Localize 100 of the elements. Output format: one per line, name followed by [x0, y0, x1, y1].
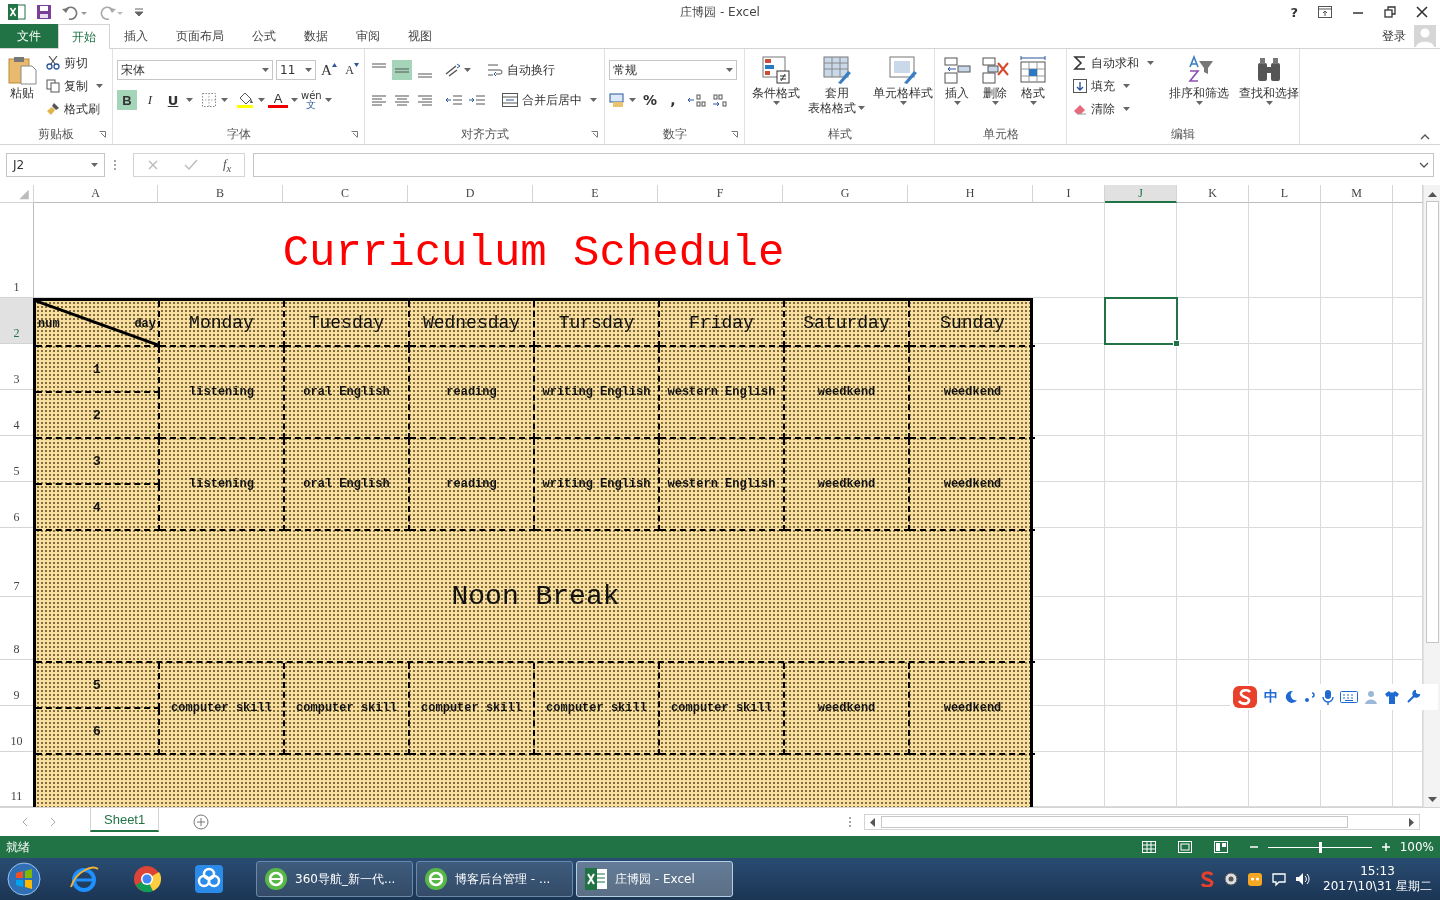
wrap-text-button[interactable]: 自动换行	[485, 60, 557, 80]
action-center-icon[interactable]	[1271, 871, 1287, 887]
file-tab[interactable]: 文件	[0, 24, 58, 48]
dialog-launcher-icon[interactable]	[731, 131, 738, 138]
format-painter-button[interactable]: 格式刷	[44, 99, 105, 119]
zoom-out-icon[interactable]	[1249, 843, 1258, 851]
find-select-button[interactable]: 查找和选择	[1236, 53, 1302, 107]
moon-icon[interactable]	[1284, 690, 1298, 704]
volume-icon[interactable]	[1295, 871, 1311, 887]
italic-button[interactable]: I	[140, 90, 160, 110]
column-header[interactable]: F	[658, 185, 783, 203]
shirt-icon[interactable]	[1384, 690, 1400, 704]
scroll-up-icon[interactable]	[1427, 191, 1437, 197]
punctuation-icon[interactable]	[1304, 690, 1316, 704]
fill-color-icon[interactable]	[237, 92, 265, 108]
dialog-launcher-icon[interactable]	[351, 131, 358, 138]
zoom-level[interactable]: 100%	[1399, 840, 1434, 854]
column-header[interactable]: J	[1105, 185, 1177, 203]
collapse-ribbon-icon[interactable]	[1420, 134, 1430, 140]
wrench-icon[interactable]	[1406, 690, 1420, 704]
sheet-tab[interactable]: Sheet1	[90, 808, 160, 832]
close-icon[interactable]	[1416, 6, 1428, 18]
sign-in-link[interactable]: 登录	[1382, 27, 1406, 45]
save-icon[interactable]	[36, 4, 52, 20]
ribbon-tab[interactable]: 插入	[110, 24, 162, 48]
taskbar-button[interactable]: 庄博园 - Excel	[576, 861, 733, 897]
font-name-select[interactable]: 宋体	[117, 60, 273, 80]
merge-center-button[interactable]: 合并后居中	[500, 90, 599, 110]
bold-button[interactable]: B	[117, 90, 137, 110]
accounting-format-icon[interactable]	[609, 92, 637, 108]
keyboard-icon[interactable]	[1340, 691, 1358, 703]
chrome-icon[interactable]	[132, 864, 162, 894]
increase-decimal-icon[interactable]	[686, 92, 708, 108]
microphone-icon[interactable]	[1322, 689, 1334, 705]
column-header[interactable]: D	[408, 185, 533, 203]
font-color-button[interactable]: A	[268, 92, 288, 108]
clock-time[interactable]: 15:13	[1360, 864, 1395, 879]
ribbon-tab[interactable]: 审阅	[342, 24, 394, 48]
grow-font-button[interactable]: A	[319, 60, 339, 80]
column-header[interactable]: A	[34, 185, 158, 203]
check-icon[interactable]	[183, 159, 198, 171]
paste-button[interactable]: 粘贴	[4, 53, 40, 102]
splitter-dots-icon[interactable]	[848, 816, 852, 828]
orientation-icon[interactable]	[444, 62, 472, 78]
column-header[interactable]: E	[533, 185, 658, 203]
taskbar-button[interactable]: 360导航_新一代...	[256, 861, 413, 897]
format-as-table-button[interactable]: 套用 表格格式	[805, 53, 868, 117]
sogou-icon[interactable]	[1232, 685, 1258, 709]
scroll-left-icon[interactable]	[869, 817, 875, 827]
format-cells-button[interactable]: 格式	[1015, 53, 1051, 107]
page-layout-icon[interactable]	[1177, 841, 1192, 853]
column-header[interactable]: B	[158, 185, 283, 203]
start-button-icon[interactable]	[6, 861, 42, 897]
page-break-icon[interactable]	[1213, 841, 1228, 853]
vertical-scrollbar[interactable]	[1423, 185, 1440, 807]
row-header[interactable]: 2	[0, 298, 34, 344]
column-header[interactable]: L	[1249, 185, 1321, 203]
help-button[interactable]: ?	[1290, 4, 1298, 20]
borders-icon[interactable]	[202, 93, 228, 107]
clear-button[interactable]: 清除	[1071, 99, 1156, 119]
restore-icon[interactable]	[1384, 6, 1396, 18]
horizontal-scrollbar[interactable]	[864, 814, 1420, 830]
zoom-in-icon[interactable]	[1381, 843, 1390, 851]
column-header[interactable]: H	[908, 185, 1033, 203]
ribbon-tab[interactable]: 数据	[290, 24, 342, 48]
clock-date[interactable]: 2017\10\31 星期二	[1323, 879, 1432, 894]
cloud-app-icon[interactable]	[194, 864, 224, 894]
input-mode-button[interactable]: 中	[1264, 688, 1278, 706]
comma-button[interactable]: ,	[663, 90, 683, 110]
insert-function-button[interactable]: f$_{x}$	[222, 156, 232, 174]
number-format-select[interactable]: 常规	[609, 60, 737, 80]
add-sheet-icon[interactable]	[193, 814, 210, 830]
scroll-down-icon[interactable]	[1427, 797, 1437, 803]
ribbon-tab[interactable]: 页面布局	[162, 24, 238, 48]
cut-button[interactable]: 剪切	[44, 53, 105, 73]
autosum-button[interactable]: 自动求和	[1071, 53, 1156, 73]
ribbon-tab[interactable]: 开始	[58, 24, 110, 49]
dialog-launcher-icon[interactable]	[591, 131, 598, 138]
splitter-dots-icon[interactable]	[113, 159, 117, 171]
ribbon-tab[interactable]: 视图	[394, 24, 446, 48]
scroll-right-icon[interactable]	[1409, 817, 1415, 827]
customize-caret-icon[interactable]	[134, 6, 144, 18]
conditional-formatting-button[interactable]: 条件格式	[749, 53, 803, 107]
font-size-select[interactable]: 11	[276, 60, 316, 80]
taskbar-button[interactable]: 博客后台管理 - ...	[416, 861, 573, 897]
copy-button[interactable]: 复制	[44, 76, 105, 96]
delete-cells-button[interactable]: 删除	[977, 53, 1013, 107]
sort-filter-button[interactable]: 排序和筛选	[1166, 53, 1232, 107]
dialog-launcher-icon[interactable]	[99, 131, 106, 138]
insert-cells-button[interactable]: 插入	[939, 53, 975, 107]
column-header[interactable]: C	[283, 185, 408, 203]
expand-caret-icon[interactable]	[1419, 162, 1429, 168]
fill-button[interactable]: 填充	[1071, 76, 1156, 96]
shrink-font-button[interactable]: A	[342, 60, 362, 80]
column-header[interactable]: K	[1177, 185, 1249, 203]
formula-input[interactable]	[253, 153, 1434, 177]
selected-cell[interactable]	[1104, 297, 1178, 345]
column-header[interactable]: M	[1321, 185, 1393, 203]
column-header[interactable]: G	[783, 185, 908, 203]
sogou-icon[interactable]	[1199, 871, 1215, 887]
